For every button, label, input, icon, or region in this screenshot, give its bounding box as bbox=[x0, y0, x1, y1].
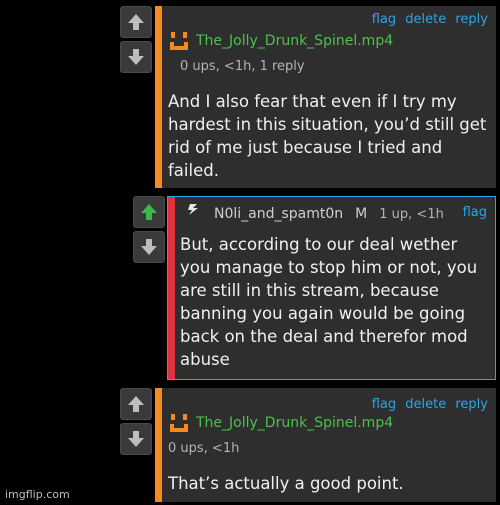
comment-2: flag N0li_and_spamt0n M 1 up, <1h But, a… bbox=[133, 196, 496, 380]
username-link[interactable]: N0li_and_spamt0n bbox=[214, 206, 343, 222]
reply-link[interactable]: reply bbox=[455, 12, 488, 27]
upvote-button[interactable] bbox=[120, 6, 152, 38]
comment-meta: 0 ups, <1h, 1 reply bbox=[180, 59, 305, 74]
down-arrow-icon bbox=[128, 431, 144, 447]
reply-link[interactable]: reply bbox=[455, 397, 488, 412]
comment-card: flag delete reply The_Jolly_Drunk_Spinel… bbox=[155, 6, 496, 188]
up-arrow-icon bbox=[128, 396, 144, 412]
vote-column bbox=[133, 196, 167, 266]
author-row: The_Jolly_Drunk_Spinel.mp4 bbox=[168, 412, 393, 434]
username-link[interactable]: The_Jolly_Drunk_Spinel.mp4 bbox=[196, 415, 393, 431]
downvote-button[interactable] bbox=[133, 231, 165, 263]
lightning-icon bbox=[188, 204, 198, 215]
orange-smiley-icon bbox=[170, 32, 188, 50]
comment-text: That’s actually a good point. bbox=[168, 474, 404, 493]
comment-meta: 0 ups, <1h bbox=[168, 441, 240, 456]
up-arrow-icon bbox=[128, 14, 144, 30]
vote-column bbox=[120, 388, 154, 458]
comment-actions: flag bbox=[458, 205, 487, 220]
accent-strip bbox=[155, 6, 162, 188]
flag-link[interactable]: flag bbox=[372, 12, 396, 27]
accent-strip bbox=[168, 197, 175, 379]
comment-text: But, according to our deal wether you ma… bbox=[180, 235, 478, 369]
flag-link[interactable]: flag bbox=[372, 397, 396, 412]
comment-meta: 1 up, <1h bbox=[379, 206, 444, 222]
mod-badge: M bbox=[355, 206, 368, 222]
down-arrow-icon bbox=[141, 239, 157, 255]
comment-thread: flag delete reply The_Jolly_Drunk_Spinel… bbox=[0, 0, 500, 505]
author-row: N0li_and_spamt0n M 1 up, <1h bbox=[186, 202, 448, 222]
author-row: The_Jolly_Drunk_Spinel.mp4 bbox=[168, 30, 393, 52]
downvote-button[interactable] bbox=[120, 41, 152, 73]
comment-1: flag delete reply The_Jolly_Drunk_Spinel… bbox=[120, 6, 496, 188]
username-link[interactable]: The_Jolly_Drunk_Spinel.mp4 bbox=[196, 33, 393, 49]
comment-text: And I also fear that even if I try my ha… bbox=[168, 92, 487, 180]
flag-link[interactable]: flag bbox=[463, 205, 487, 220]
orange-smiley-icon bbox=[170, 414, 188, 432]
delete-link[interactable]: delete bbox=[405, 12, 446, 27]
delete-link[interactable]: delete bbox=[405, 397, 446, 412]
accent-strip bbox=[155, 388, 162, 502]
up-arrow-icon bbox=[141, 204, 157, 220]
vote-column bbox=[120, 6, 154, 76]
comment-3: flag delete reply The_Jolly_Drunk_Spinel… bbox=[120, 388, 496, 502]
comment-actions: flag delete reply bbox=[367, 12, 488, 27]
down-arrow-icon bbox=[128, 49, 144, 65]
comment-actions: flag delete reply bbox=[367, 397, 488, 412]
upvote-button[interactable] bbox=[133, 196, 165, 228]
downvote-button[interactable] bbox=[120, 423, 152, 455]
upvote-button[interactable] bbox=[120, 388, 152, 420]
imgflip-watermark: imgflip.com bbox=[5, 488, 70, 501]
comment-card: flag N0li_and_spamt0n M 1 up, <1h But, a… bbox=[167, 196, 496, 380]
comment-card: flag delete reply The_Jolly_Drunk_Spinel… bbox=[155, 388, 496, 502]
